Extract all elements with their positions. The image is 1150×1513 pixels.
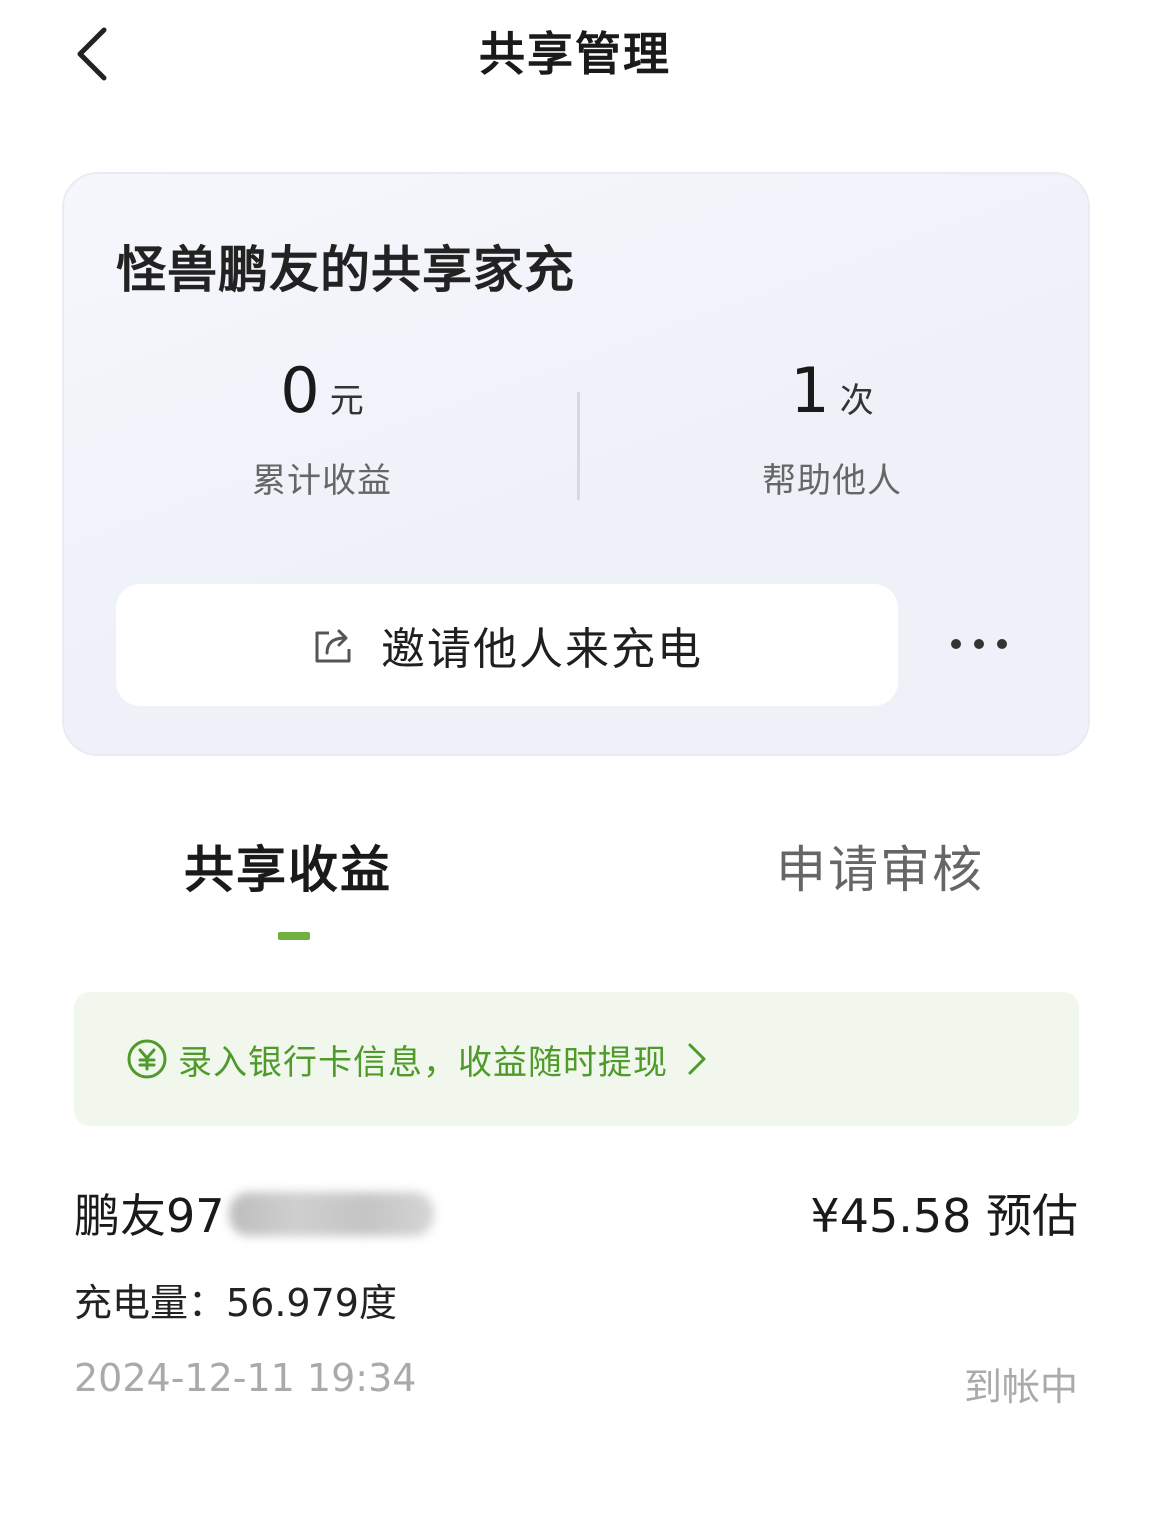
stat-unit: 次 [839,381,874,421]
invite-button[interactable]: 邀请他人来充电 [116,584,898,706]
share-summary-card: 怪兽鹏友的共享家充 0元 累计收益 1次 帮助他人 邀请他人来充电 [62,172,1090,756]
banner-text: 录入银行卡信息，收益随时提现 [178,1042,668,1083]
page-title: 共享管理 [479,27,671,81]
card-title: 怪兽鹏友的共享家充 [116,241,575,299]
stat-value: 0 [280,354,320,427]
record-status: 到帐中 [963,1365,1078,1409]
invite-button-label: 邀请他人来充电 [381,624,703,675]
stat-label: 累计收益 [252,461,392,501]
stat-divider [577,392,580,500]
record-time: 2024-12-11 19:34 [74,1356,417,1400]
stat-helped-count: 1次 帮助他人 [682,354,982,502]
tab-application-review[interactable]: 申请审核 [776,830,984,902]
active-tab-indicator [278,932,310,940]
more-horizontal-icon [951,639,1007,649]
stat-total-earnings: 0元 累计收益 [172,354,472,502]
record-amount: ¥45.58 预估 [810,1189,1078,1243]
tab-bar: 共享收益 申请审核 [0,830,1150,950]
record-energy: 充电量：56.979度 [74,1281,397,1325]
more-button[interactable] [934,614,1024,674]
stat-value: 1 [790,354,830,427]
earnings-record[interactable]: 鹏友97 ¥45.58 预估 充电量：56.979度 2024-12-11 19… [74,1180,1078,1410]
chevron-right-icon [688,1043,706,1075]
tab-share-earnings[interactable]: 共享收益 [184,830,392,902]
stat-label: 帮助他人 [762,461,902,501]
share-icon [315,629,351,663]
record-user-name: 鹏友97 [74,1189,225,1243]
stat-unit: 元 [329,381,364,421]
blurred-user-id [229,1192,434,1236]
bank-card-banner[interactable]: 录入银行卡信息，收益随时提现 [74,992,1079,1126]
yuan-circle-icon [127,1039,167,1079]
top-bar: 共享管理 [0,0,1150,110]
